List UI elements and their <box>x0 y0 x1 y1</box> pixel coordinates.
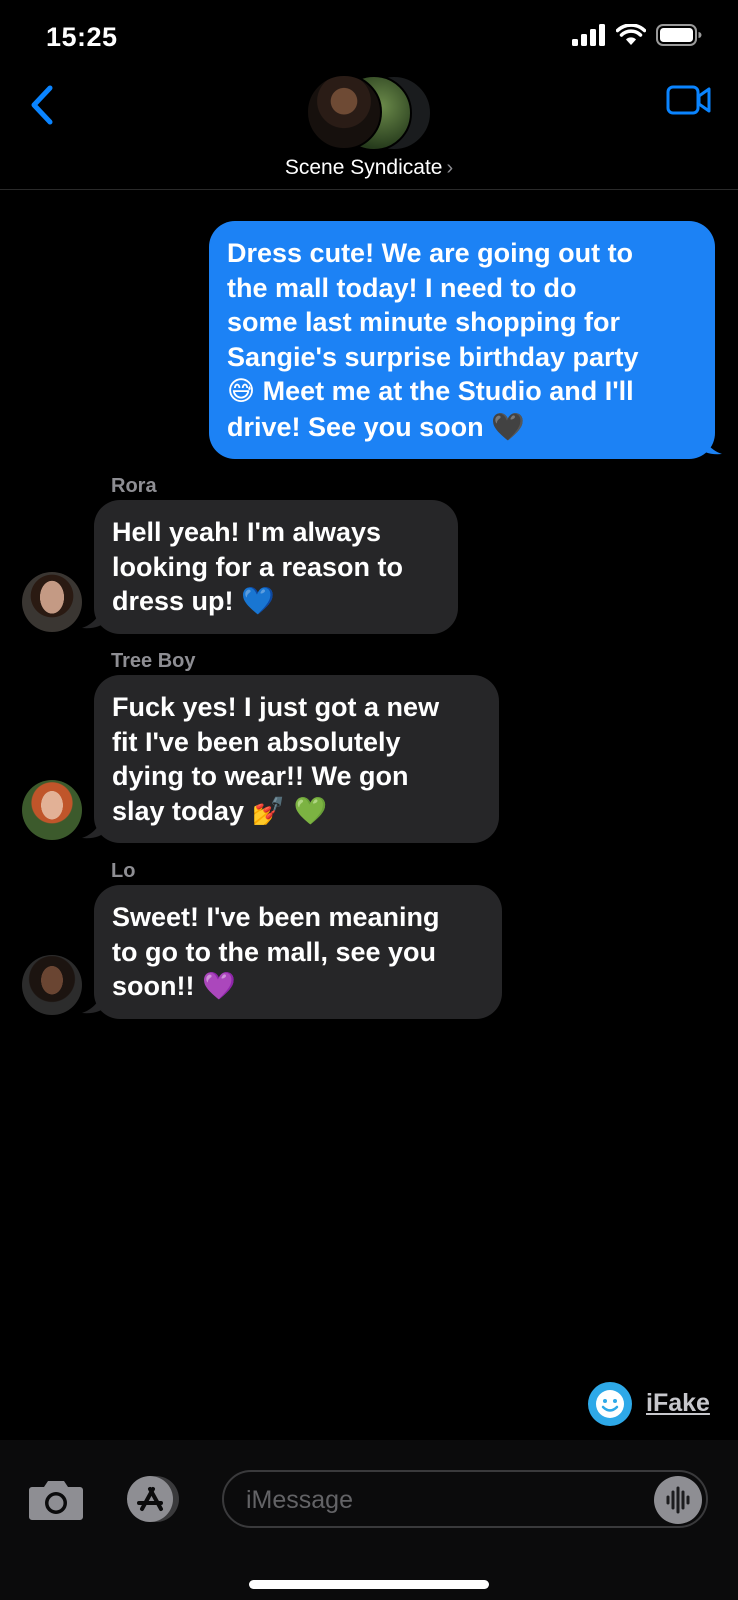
camera-icon[interactable] <box>28 1477 84 1521</box>
received-message-bubble[interactable]: Hell yeah! I'm always looking for a reas… <box>94 500 458 634</box>
back-chevron-icon[interactable] <box>26 82 60 128</box>
cellular-signal-icon <box>572 24 605 46</box>
conversation-header: Scene Syndicate › <box>0 74 738 190</box>
received-bubble-tail <box>82 810 104 839</box>
message-line: Sweet! I've been meaning <box>112 902 440 932</box>
status-time: 15:25 <box>46 22 118 52</box>
group-name-link[interactable]: Scene Syndicate › <box>0 156 738 180</box>
group-avatar-1 <box>306 74 382 150</box>
black-heart-emoji: 🖤 <box>491 411 525 443</box>
received-message-bubble[interactable]: Sweet! I've been meaning to go to the ma… <box>94 885 502 1019</box>
chevron-right-icon: › <box>446 157 454 179</box>
message-line: drive! See you soon 🖤 <box>227 410 697 446</box>
wifi-icon <box>616 24 646 45</box>
sender-name: Rora <box>111 475 157 497</box>
group-name: Scene Syndicate <box>284 156 443 179</box>
message-text: slay today <box>112 795 252 826</box>
blue-heart-emoji: 💙 <box>241 586 275 617</box>
grinning-sweat-emoji: 😅 <box>227 376 256 407</box>
message-text: dress up! <box>112 586 242 616</box>
facetime-video-icon[interactable] <box>666 84 712 116</box>
message-line: slay today 💅 💚 <box>112 794 481 830</box>
message-line: dying to wear!! We gon <box>112 761 409 791</box>
nail-polish-green-heart-emoji: 💅 💚 <box>251 795 328 827</box>
message-line: to go to the mall, see you <box>112 936 437 967</box>
purple-heart-emoji: 💜 <box>201 971 236 1002</box>
group-avatar-stack[interactable] <box>306 74 436 151</box>
message-line: looking for a reason to <box>112 551 404 582</box>
status-icons <box>572 24 702 46</box>
message-line: Hell yeah! I'm always <box>112 517 382 547</box>
message-input[interactable] <box>244 1480 638 1520</box>
avatar-rora[interactable] <box>22 572 82 632</box>
message-line: soon!! 💜 <box>112 969 484 1005</box>
sender-name: Tree Boy <box>111 650 196 672</box>
ifake-logo-icon <box>588 1382 632 1426</box>
message-line: Dress cute! We are going out to <box>227 238 634 268</box>
message-line: Sangie's surprise birthday party <box>227 341 639 372</box>
waveform-icon <box>666 1486 690 1514</box>
message-line: dress up! 💙 <box>112 584 440 620</box>
app-store-icon[interactable] <box>120 1474 186 1524</box>
message-text: Meet me at the Studio and I'll <box>255 376 634 406</box>
sent-message-bubble[interactable]: Dress cute! We are going out to the mall… <box>209 221 715 459</box>
imessage-field[interactable] <box>222 1470 708 1528</box>
message-text: drive! See you soon <box>227 411 492 442</box>
message-line: 😅 Meet me at the Studio and I'll <box>227 374 697 410</box>
message-line: the mall today! I need to do <box>227 272 577 303</box>
message-input-bar <box>0 1440 738 1600</box>
message-line: Fuck yes! I just got a new <box>112 692 440 722</box>
received-bubble-tail <box>82 600 104 629</box>
avatar-lo[interactable] <box>22 955 82 1015</box>
home-indicator[interactable] <box>249 1580 489 1589</box>
message-text: soon!! <box>112 971 202 1001</box>
message-line: fit I've been absolutely <box>112 726 401 757</box>
status-bar: 15:25 <box>0 0 738 74</box>
received-bubble-tail <box>82 985 104 1014</box>
battery-icon <box>656 24 702 46</box>
message-line: some last minute shopping for <box>227 307 621 337</box>
sent-bubble-tail <box>700 426 722 455</box>
avatar-tree-boy[interactable] <box>22 780 82 840</box>
sender-name: Lo <box>111 860 136 882</box>
received-message-bubble[interactable]: Fuck yes! I just got a new fit I've been… <box>94 675 499 843</box>
ifake-watermark: iFake <box>646 1389 710 1417</box>
voice-message-button[interactable] <box>654 1476 702 1524</box>
